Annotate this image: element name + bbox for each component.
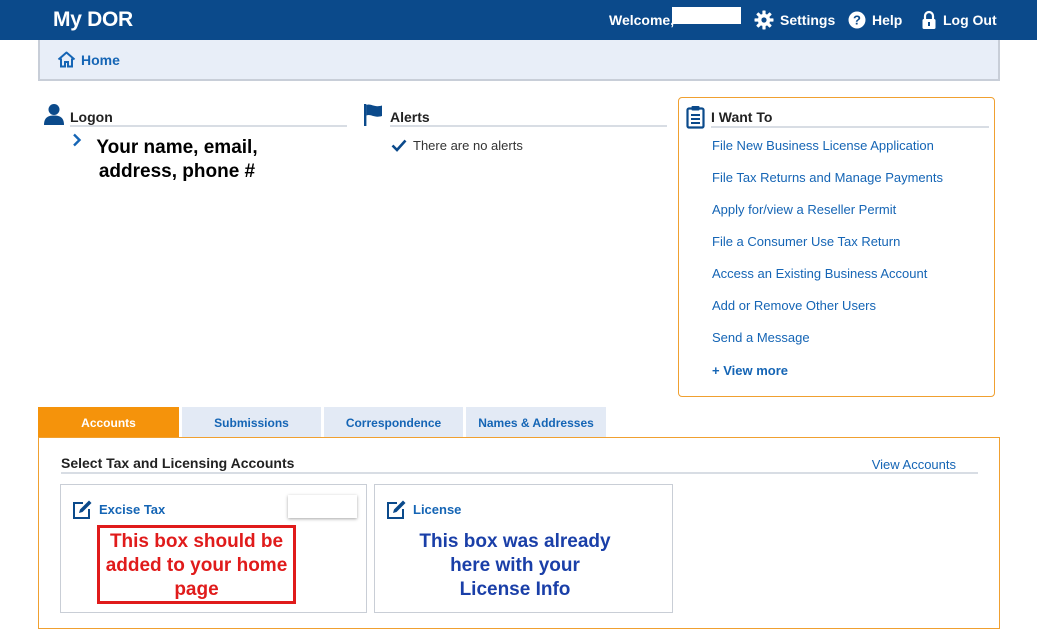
accounts-panel: Select Tax and Licensing Accounts View A… — [38, 437, 1000, 629]
view-more-link[interactable]: + View more — [712, 363, 788, 378]
i-want-to-title: I Want To — [711, 109, 773, 125]
license-title: License — [413, 502, 462, 517]
excise-tax-link[interactable]: Excise Tax — [72, 499, 165, 520]
clipboard-icon — [686, 106, 705, 129]
logout-button[interactable]: Log Out — [921, 9, 997, 31]
tab-accounts[interactable]: Accounts — [38, 407, 179, 438]
excise-tax-title: Excise Tax — [99, 502, 166, 517]
app-title: My DOR — [53, 8, 133, 31]
flag-icon — [364, 104, 382, 126]
i-want-to-link[interactable]: Apply for/view a Reseller Permit — [712, 202, 943, 234]
welcome-label: Welcome, — [609, 12, 675, 28]
i-want-to-link[interactable]: Add or Remove Other Users — [712, 298, 943, 330]
license-card: License This box was already here with y… — [374, 484, 673, 613]
i-want-to-panel: I Want To File New Business License Appl… — [678, 97, 995, 397]
logon-title: Logon — [70, 109, 113, 125]
alert-message: There are no alerts — [391, 138, 523, 153]
home-icon — [57, 51, 76, 68]
i-want-to-list: File New Business License Application Fi… — [712, 138, 943, 362]
alerts-section-header: Alerts — [390, 103, 667, 127]
logon-section-header: Logon — [70, 103, 347, 127]
user-icon — [44, 104, 64, 125]
breadcrumb: Home — [38, 40, 1000, 81]
question-circle-icon: ? — [848, 11, 866, 29]
accounts-panel-title: Select Tax and Licensing Accounts — [61, 455, 295, 471]
logout-label: Log Out — [943, 12, 997, 28]
alert-message-text: There are no alerts — [413, 138, 523, 153]
i-want-to-link[interactable]: File New Business License Application — [712, 138, 943, 170]
alerts-title: Alerts — [390, 109, 430, 125]
svg-text:?: ? — [853, 13, 861, 28]
gear-icon — [754, 10, 774, 30]
logon-annotation: Your name, email, address, phone # — [96, 137, 258, 182]
home-link[interactable]: Home — [57, 51, 120, 68]
i-want-to-link[interactable]: Send a Message — [712, 330, 943, 362]
top-navigation-bar: My DOR Welcome, Settings ? Help Log Out — [0, 0, 1037, 40]
settings-button[interactable]: Settings — [754, 9, 835, 31]
i-want-to-link[interactable]: File a Consumer Use Tax Return — [712, 234, 943, 266]
settings-label: Settings — [780, 12, 836, 28]
chevron-right-icon[interactable] — [72, 133, 82, 147]
redacted-account-number — [288, 495, 357, 518]
i-want-to-header: I Want To — [711, 106, 989, 128]
edit-icon — [73, 500, 92, 519]
tab-correspondence[interactable]: Correspondence — [324, 407, 463, 438]
tab-submissions[interactable]: Submissions — [182, 407, 321, 438]
help-button[interactable]: ? Help — [848, 9, 902, 31]
tab-names-addresses[interactable]: Names & Addresses — [466, 407, 606, 438]
excise-tax-card: Excise Tax This box should be added to y… — [60, 484, 367, 613]
license-annotation: This box was already here with your Lice… — [419, 531, 611, 600]
home-label: Home — [81, 51, 120, 68]
checkmark-icon — [391, 139, 407, 152]
accounts-panel-header: Select Tax and Licensing Accounts View A… — [61, 454, 978, 474]
lock-icon — [922, 10, 936, 29]
tab-bar: Accounts Submissions Correspondence Name… — [38, 407, 609, 438]
redacted-username — [672, 7, 741, 24]
view-accounts-link[interactable]: View Accounts — [872, 457, 956, 472]
license-link[interactable]: License — [386, 499, 461, 520]
edit-icon — [387, 500, 406, 519]
i-want-to-link[interactable]: Access an Existing Business Account — [712, 266, 943, 298]
excise-tax-annotation: This box should be added to your home pa… — [97, 525, 296, 604]
i-want-to-link[interactable]: File Tax Returns and Manage Payments — [712, 170, 943, 202]
help-label: Help — [872, 12, 903, 28]
